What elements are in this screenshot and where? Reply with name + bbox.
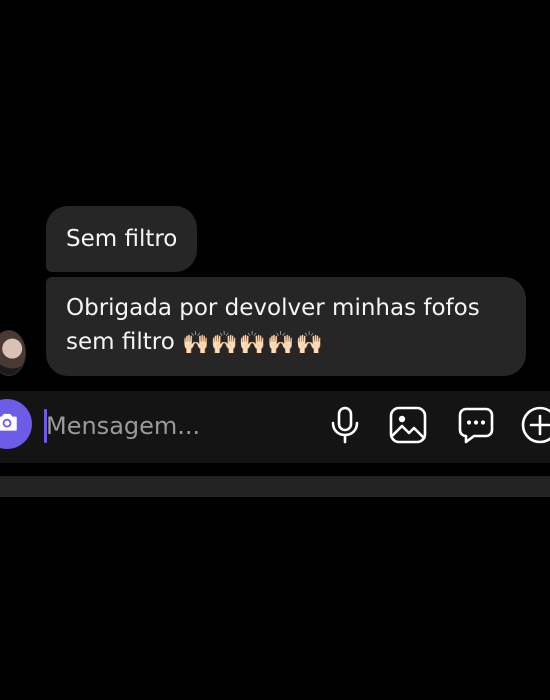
message-text: Sem filtro bbox=[66, 226, 178, 252]
microphone-icon bbox=[328, 406, 362, 448]
raising-hands-emoji: 🙌🏻🙌🏻🙌🏻🙌🏻🙌🏻 bbox=[182, 331, 325, 356]
sticker-button[interactable] bbox=[454, 405, 498, 449]
microphone-button[interactable] bbox=[323, 405, 367, 449]
message-composer bbox=[0, 391, 550, 463]
plus-icon bbox=[520, 405, 550, 449]
message-text-line-1: Obrigada por devolver minhas fofos bbox=[66, 295, 480, 321]
camera-button[interactable] bbox=[0, 399, 32, 449]
bottom-bar bbox=[0, 476, 550, 497]
camera-icon bbox=[0, 409, 20, 439]
message-text-line-2: sem filtro bbox=[66, 329, 175, 355]
message-input[interactable] bbox=[46, 405, 316, 447]
gallery-button[interactable] bbox=[386, 405, 430, 449]
message-bubble[interactable]: Obrigada por devolver minhas fofos sem f… bbox=[46, 277, 526, 376]
message-bubble[interactable]: Sem filtro bbox=[46, 206, 198, 272]
gallery-icon bbox=[388, 405, 428, 449]
avatar[interactable] bbox=[0, 330, 26, 376]
sticker-icon bbox=[456, 405, 496, 449]
add-button[interactable] bbox=[518, 405, 550, 449]
